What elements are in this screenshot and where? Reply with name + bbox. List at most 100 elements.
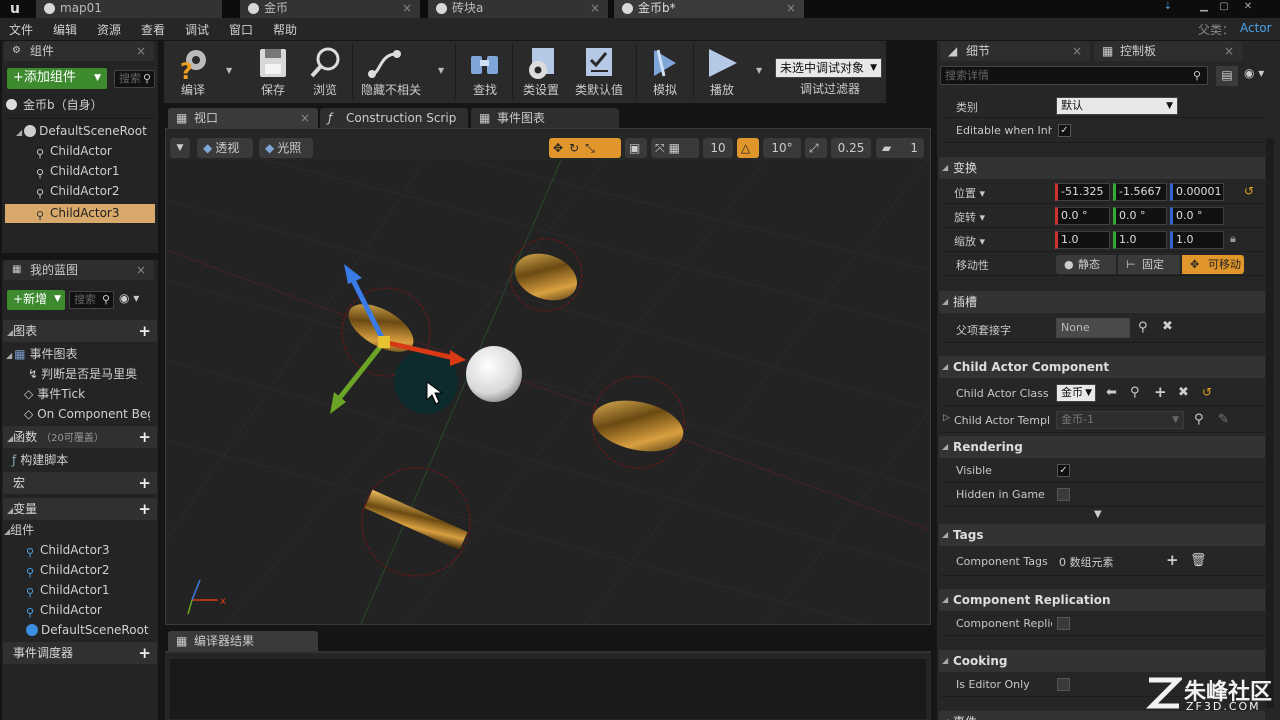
coordinate-space-button[interactable]: ▣: [625, 138, 647, 158]
tab-event-graph[interactable]: ▦ 事件图表: [471, 108, 619, 128]
menu-view[interactable]: 查看: [141, 21, 165, 38]
event-graph-item[interactable]: ◢ ▦ 事件图表: [6, 344, 156, 364]
parent-socket-field[interactable]: None: [1056, 318, 1130, 338]
is-editor-only-checkbox[interactable]: [1057, 678, 1070, 691]
category-dropdown[interactable]: 默认 ▼: [1056, 97, 1178, 115]
browse-socket-icon[interactable]: ⚲: [1138, 320, 1148, 335]
details-search-input[interactable]: 搜索详情 ⚲: [940, 66, 1208, 85]
doc-tab-map01[interactable]: map01: [36, 0, 222, 18]
coin-right[interactable]: [588, 375, 688, 469]
location-x-field[interactable]: -51.325: [1055, 183, 1110, 201]
cooking-section[interactable]: Cooking: [939, 650, 1265, 672]
add-dispatcher-icon[interactable]: +: [138, 644, 151, 662]
reset-to-default-icon[interactable]: ↺: [1244, 184, 1254, 198]
compile-options-chevron-icon[interactable]: ▼: [226, 66, 232, 75]
component-replication-section[interactable]: Component Replication: [939, 589, 1265, 611]
add-tag-icon[interactable]: +: [1166, 551, 1179, 569]
play-button[interactable]: 播放: [697, 44, 747, 100]
location-z-field[interactable]: 0.00001: [1170, 183, 1224, 201]
rotation-y-field[interactable]: 0.0 °: [1113, 207, 1167, 225]
graphs-section[interactable]: ◢图表 +: [3, 320, 157, 342]
menu-debug[interactable]: 调试: [185, 21, 209, 38]
compiler-results-tab[interactable]: ▦ 编译器结果: [168, 631, 318, 651]
tree-item-child-actor[interactable]: ⚲ ChildActor: [36, 141, 154, 161]
coin-top-right[interactable]: [508, 238, 583, 312]
transform-mode-buttons[interactable]: ✥↻⤡: [549, 138, 621, 158]
class-defaults-button[interactable]: 类默认值: [574, 44, 624, 100]
advanced-expand-icon[interactable]: ▼: [1094, 509, 1102, 520]
clear-class-icon[interactable]: ✖: [1178, 385, 1189, 400]
close-tab-icon[interactable]: ×: [300, 108, 310, 128]
blueprint-search-input[interactable]: 搜索 ⚲: [69, 291, 114, 309]
location-y-field[interactable]: -1.5667: [1113, 183, 1167, 201]
rotation-z-field[interactable]: 0.0 °: [1170, 207, 1224, 225]
add-macro-icon[interactable]: +: [138, 474, 151, 492]
browse-button[interactable]: 浏览: [300, 44, 350, 100]
add-component-button[interactable]: +添加组件 ▼: [7, 68, 107, 89]
menu-file[interactable]: 文件: [9, 21, 33, 38]
close-tab-icon[interactable]: ×: [1224, 41, 1234, 61]
camera-speed-button[interactable]: ▰ 1: [876, 138, 924, 158]
tree-item-child-actor3[interactable]: ⚲ ChildActor3: [5, 204, 155, 223]
scale-y-field[interactable]: 1.0: [1113, 231, 1167, 249]
components-search-input[interactable]: 搜索 ⚲: [114, 70, 155, 88]
lit-button[interactable]: ◆ 光照: [259, 138, 313, 158]
reset-to-default-icon[interactable]: ↺: [1202, 385, 1212, 399]
variables-section[interactable]: ◢变量 +: [3, 498, 157, 520]
scale-snap-value[interactable]: 0.25: [831, 138, 871, 158]
var-components-group[interactable]: ◢组件: [4, 520, 154, 540]
move-icon[interactable]: ✥: [553, 141, 569, 155]
coin-bottom[interactable]: [361, 467, 471, 577]
tags-section[interactable]: Tags: [939, 524, 1265, 546]
tab-viewport[interactable]: ▦ 视口 ×: [168, 108, 318, 128]
mobility-static-button[interactable]: ● 静态: [1056, 255, 1116, 274]
var-child-actor3[interactable]: ⚲ ChildActor3: [26, 540, 156, 560]
visibility-eye-icon[interactable]: ◉ ▾: [1244, 66, 1276, 86]
visibility-eye-icon[interactable]: ◉ ▾: [119, 291, 151, 309]
details-tab[interactable]: ◢ 细节 ×: [940, 41, 1090, 61]
grid-snap-value[interactable]: 10: [703, 138, 733, 158]
new-button[interactable]: +新增 ▼: [7, 290, 65, 310]
add-function-icon[interactable]: +: [138, 428, 151, 446]
close-tab-icon[interactable]: ×: [590, 0, 600, 17]
parent-class-link[interactable]: Actor: [1240, 21, 1272, 35]
tree-item-default-scene-root[interactable]: ◢ DefaultSceneRoot: [16, 121, 154, 141]
rotation-snap-value[interactable]: 10°: [763, 138, 801, 158]
components-tab[interactable]: ⚙ 组件 ×: [4, 41, 154, 61]
close-tab-icon[interactable]: ×: [402, 0, 412, 17]
tree-item-child-actor1[interactable]: ⚲ ChildActor1: [36, 161, 154, 181]
palette-tab[interactable]: ▦ 控制板 ×: [1094, 41, 1242, 61]
rendering-section[interactable]: Rendering: [939, 436, 1265, 458]
tab-construction-script[interactable]: ƒ Construction Scrip: [320, 108, 468, 128]
close-tab-icon[interactable]: ×: [136, 260, 146, 280]
doc-tab-coin-b[interactable]: 金币b* ×: [614, 0, 804, 18]
simulate-button[interactable]: 模拟: [640, 44, 690, 100]
class-settings-button[interactable]: 类设置: [516, 44, 566, 100]
scale-z-field[interactable]: 1.0: [1170, 231, 1224, 249]
doc-tab-brick[interactable]: 砖块a ×: [428, 0, 608, 18]
editable-checkbox[interactable]: ✓: [1058, 124, 1071, 137]
hide-unrelated-options-chevron-icon[interactable]: ▼: [438, 66, 444, 75]
perspective-button[interactable]: ◆ 透视: [197, 138, 253, 158]
minimize-button[interactable]: ▁: [1196, 0, 1212, 14]
rotation-snap-toggle[interactable]: △: [737, 138, 759, 158]
close-tab-icon[interactable]: ×: [786, 0, 796, 17]
child-actor-class-dropdown[interactable]: 金币 ▼: [1056, 384, 1096, 402]
delete-tags-icon[interactable]: 🗑︎: [1190, 553, 1207, 568]
visible-checkbox[interactable]: ✓: [1057, 464, 1070, 477]
sockets-section[interactable]: 插槽: [939, 291, 1265, 313]
rotation-x-field[interactable]: 0.0 °: [1055, 207, 1110, 225]
event-dispatchers-section[interactable]: 事件调度器 +: [3, 642, 157, 664]
debug-object-dropdown[interactable]: 未选中调试对象 ▼: [775, 58, 882, 78]
scale-icon[interactable]: ⤡: [585, 141, 601, 155]
menu-window[interactable]: 窗口: [229, 21, 253, 38]
feedback-icon[interactable]: ⇣: [1160, 0, 1176, 14]
play-options-chevron-icon[interactable]: ▼: [756, 66, 762, 75]
var-default-scene-root[interactable]: DefaultSceneRoot: [26, 620, 156, 640]
functions-section[interactable]: ◢函数 （20可覆盖） +: [3, 426, 157, 448]
property-matrix-icon[interactable]: ▤: [1216, 66, 1238, 86]
construction-script-item[interactable]: ƒ 构建脚本: [12, 450, 156, 470]
mobility-stationary-button[interactable]: ⊢ 固定: [1118, 255, 1180, 274]
maximize-button[interactable]: ▢: [1216, 0, 1232, 14]
doc-tab-coin[interactable]: 金币 ×: [240, 0, 420, 18]
